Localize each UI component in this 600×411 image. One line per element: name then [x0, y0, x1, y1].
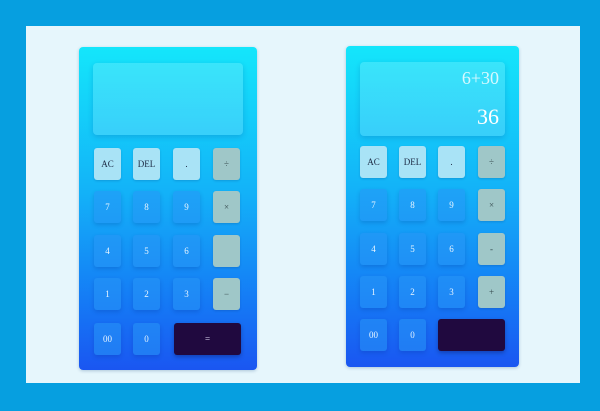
display-right: 6+30 36 — [360, 62, 505, 136]
divide-button[interactable]: ÷ — [213, 148, 240, 180]
digit-6-button[interactable]: 6 — [173, 235, 200, 267]
subtract-button[interactable] — [213, 235, 240, 267]
divide-button[interactable]: ÷ — [478, 146, 505, 178]
equals-button[interactable] — [438, 319, 505, 351]
add-button[interactable]: + — [478, 276, 505, 308]
digit-7-button[interactable]: 7 — [360, 189, 387, 221]
digit-1-button[interactable]: 1 — [360, 276, 387, 308]
digit-0-button[interactable]: 0 — [133, 323, 160, 355]
multiply-button[interactable]: × — [478, 189, 505, 221]
subtract-button[interactable]: - — [478, 233, 505, 265]
digit-1-button[interactable]: 1 — [94, 278, 121, 310]
digit-2-button[interactable]: 2 — [133, 278, 160, 310]
digit-3-button[interactable]: 3 — [438, 276, 465, 308]
digit-5-button[interactable]: 5 — [133, 235, 160, 267]
multiply-button[interactable]: × — [213, 191, 240, 223]
ac-button[interactable]: AC — [360, 146, 387, 178]
digit-2-button[interactable]: 2 — [399, 276, 426, 308]
digit-9-button[interactable]: 9 — [173, 191, 200, 223]
decimal-button[interactable]: . — [438, 146, 465, 178]
digit-0-button[interactable]: 0 — [399, 319, 426, 351]
digit-7-button[interactable]: 7 — [94, 191, 121, 223]
digit-8-button[interactable]: 8 — [133, 191, 160, 223]
digit-6-button[interactable]: 6 — [438, 233, 465, 265]
equals-button[interactable]: = — [174, 323, 241, 355]
ac-button[interactable]: AC — [94, 148, 121, 180]
digit-9-button[interactable]: 9 — [438, 189, 465, 221]
expression-text: 6+30 — [461, 68, 499, 88]
result-text: 36 — [477, 104, 499, 129]
digit-4-button[interactable]: 4 — [360, 233, 387, 265]
digit-4-button[interactable]: 4 — [94, 235, 121, 267]
delete-button[interactable]: DEL — [133, 148, 160, 180]
decimal-button[interactable]: . — [173, 148, 200, 180]
display-left — [93, 63, 243, 135]
double-zero-button[interactable]: 00 — [94, 323, 121, 355]
calculator-right: 6+30 36 AC DEL . ÷ 7 8 9 × 4 5 6 - 1 2 3… — [346, 46, 519, 367]
calculator-left: AC DEL . ÷ 7 8 9 × 4 5 6 1 2 3 − 00 0 = — [79, 47, 257, 370]
digit-8-button[interactable]: 8 — [399, 189, 426, 221]
digit-3-button[interactable]: 3 — [173, 278, 200, 310]
delete-button[interactable]: DEL — [399, 146, 426, 178]
digit-5-button[interactable]: 5 — [399, 233, 426, 265]
double-zero-button[interactable]: 00 — [360, 319, 387, 351]
add-button[interactable]: − — [213, 278, 240, 310]
